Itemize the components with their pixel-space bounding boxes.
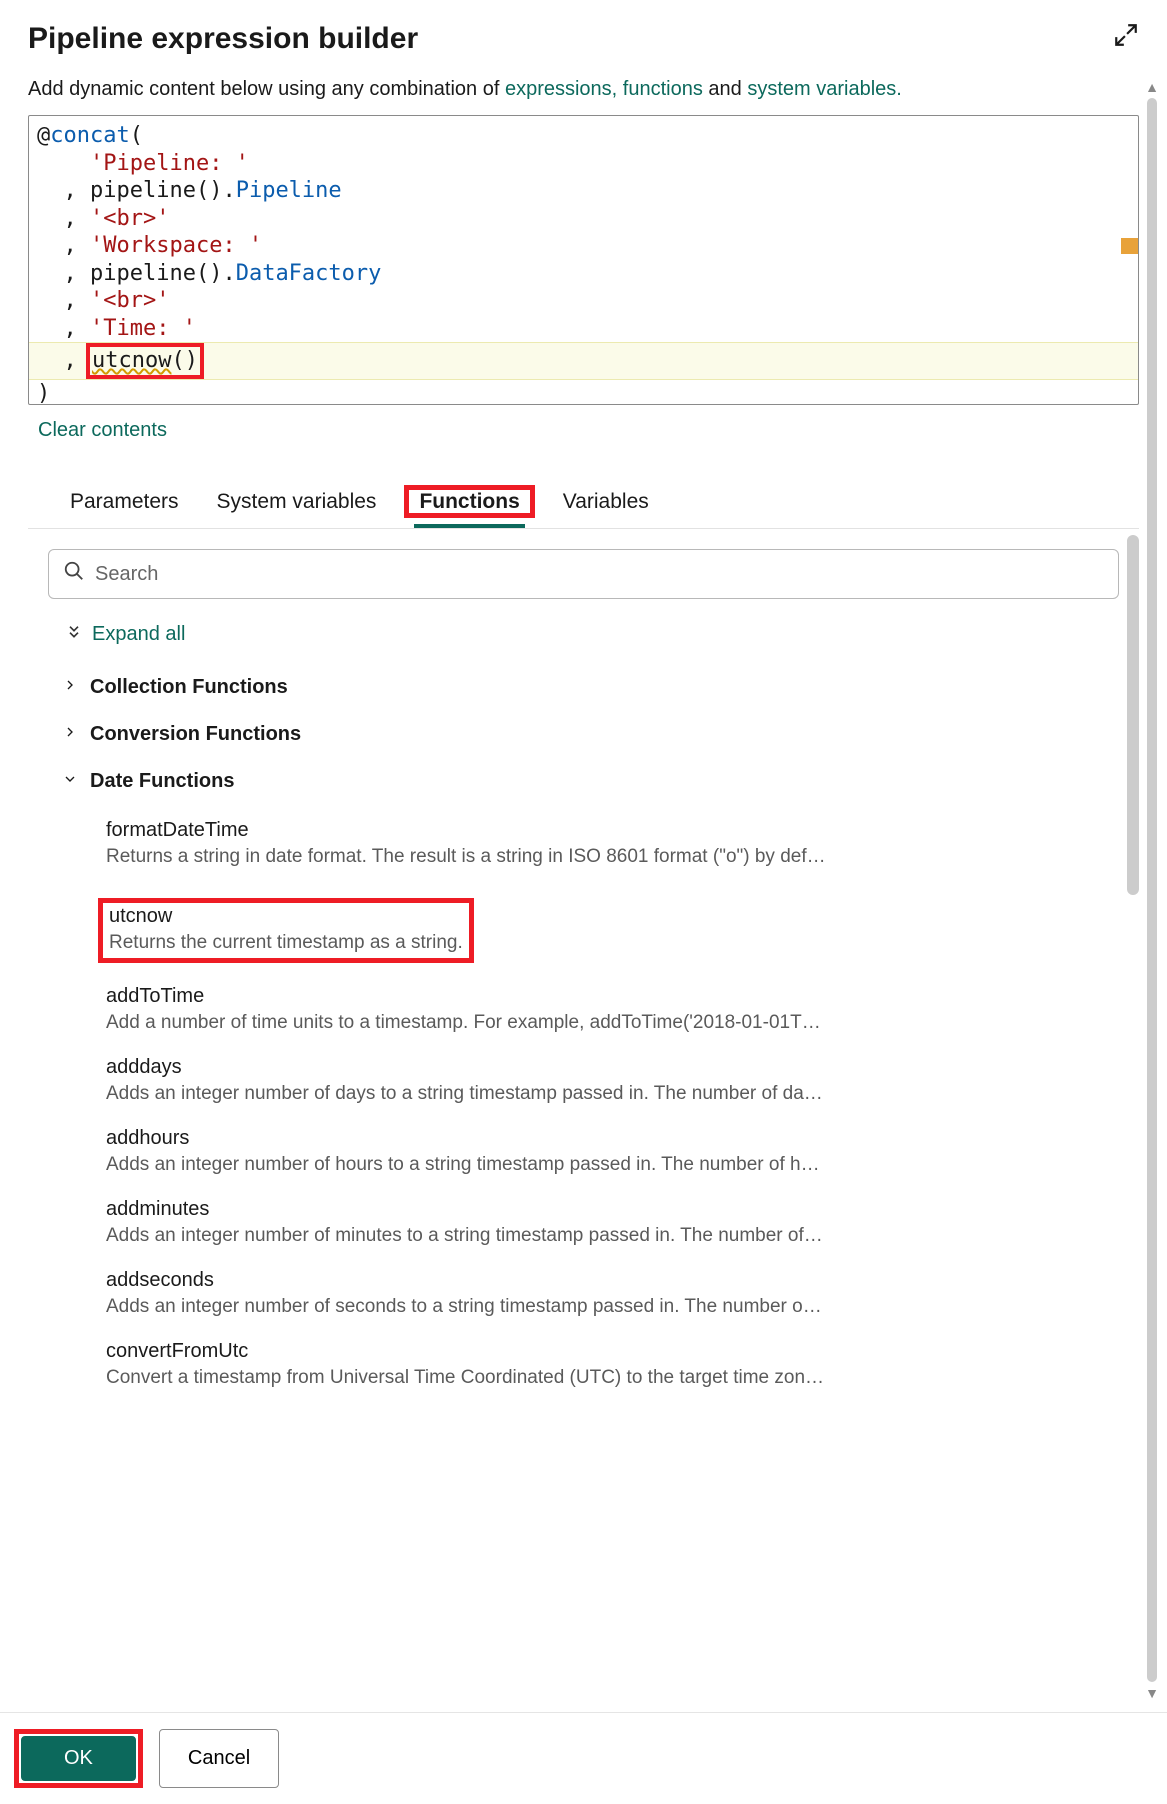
chevron-down-icon (62, 770, 78, 793)
expand-icon[interactable] (1113, 22, 1139, 53)
function-description: Add a number of time units to a timestam… (106, 1008, 826, 1034)
chevron-right-icon (62, 723, 78, 746)
function-description: Returns a string in date format. The res… (106, 842, 826, 868)
search-icon (63, 560, 85, 588)
double-chevron-down-icon (66, 623, 82, 646)
code-line[interactable]: , utcnow() (29, 342, 1138, 380)
function-name: addToTime (106, 985, 1119, 1008)
dialog-footer: OK Cancel (0, 1712, 1167, 1804)
code-line[interactable]: @concat( (37, 122, 1130, 150)
system-variables-link[interactable]: system variables. (747, 78, 902, 100)
code-line[interactable]: , 'Time: ' (37, 315, 1130, 343)
tab-bar: Parameters System variables Functions Varia… (28, 482, 1139, 529)
category-date-functions[interactable]: Date Functions (48, 758, 1119, 805)
function-name: adddays (106, 1056, 1119, 1079)
function-name: addseconds (106, 1269, 1119, 1292)
function-description: Returns the current timestamp as a strin… (109, 928, 463, 954)
intro-text: Add dynamic content below using any comb… (28, 78, 1139, 101)
function-description: Adds an integer number of days to a stri… (106, 1079, 826, 1105)
function-name: addhours (106, 1127, 1119, 1150)
function-name: formatDateTime (106, 819, 1119, 842)
functions-scrollbar[interactable] (1127, 535, 1139, 895)
function-convertFromUtc[interactable]: convertFromUtcConvert a timestamp from U… (106, 1326, 1119, 1397)
function-utcnow[interactable]: utcnowReturns the current timestamp as a… (106, 876, 1119, 971)
function-addseconds[interactable]: addsecondsAdds an integer number of seco… (106, 1255, 1119, 1326)
code-line[interactable]: , 'Workspace: ' (37, 232, 1130, 260)
page-title: Pipeline expression builder (28, 22, 418, 56)
category-collection-functions[interactable]: Collection Functions (48, 664, 1119, 711)
tab-system-variables[interactable]: System variables (217, 482, 377, 528)
function-description: Adds an integer number of hours to a str… (106, 1150, 826, 1176)
scroll-up-icon[interactable]: ▲ (1145, 80, 1159, 94)
functions-link[interactable]: functions (623, 78, 703, 100)
search-input[interactable]: Search (48, 549, 1119, 599)
function-name: convertFromUtc (106, 1340, 1119, 1363)
code-line[interactable]: 'Pipeline: ' (37, 150, 1130, 178)
scroll-down-icon[interactable]: ▼ (1145, 1686, 1159, 1700)
function-name: addminutes (106, 1198, 1119, 1221)
code-line[interactable]: , '<br>' (37, 205, 1130, 233)
tab-functions[interactable]: Functions (414, 482, 524, 528)
function-description: Adds an integer number of seconds to a s… (106, 1292, 826, 1318)
tab-parameters[interactable]: Parameters (70, 482, 179, 528)
code-line[interactable]: ) (37, 380, 1130, 406)
function-addToTime[interactable]: addToTimeAdd a number of time units to a… (106, 971, 1119, 1042)
outer-scrollbar[interactable]: ▲ ▼ (1143, 80, 1161, 1700)
function-adddays[interactable]: adddaysAdds an integer number of days to… (106, 1042, 1119, 1113)
expressions-link[interactable]: expressions, (505, 78, 617, 100)
cancel-button[interactable]: Cancel (159, 1729, 279, 1788)
function-description: Adds an integer number of minutes to a s… (106, 1221, 826, 1247)
function-name: utcnow (109, 905, 463, 928)
category-conversion-functions[interactable]: Conversion Functions (48, 711, 1119, 758)
code-line[interactable]: , '<br>' (37, 287, 1130, 315)
ok-button[interactable]: OK (21, 1736, 136, 1781)
code-line[interactable]: , pipeline().DataFactory (37, 260, 1130, 288)
chevron-right-icon (62, 676, 78, 699)
search-placeholder: Search (95, 563, 158, 586)
function-formatDateTime[interactable]: formatDateTimeReturns a string in date f… (106, 805, 1119, 876)
function-addminutes[interactable]: addminutesAdds an integer number of minu… (106, 1184, 1119, 1255)
expand-all-link[interactable]: Expand all (48, 599, 1119, 664)
editor-marker (1121, 238, 1139, 254)
clear-contents-link[interactable]: Clear contents (28, 405, 167, 482)
code-line[interactable]: , pipeline().Pipeline (37, 177, 1130, 205)
tab-variables[interactable]: Variables (563, 482, 649, 528)
expression-editor[interactable]: @concat( 'Pipeline: ' , pipeline().Pipel… (28, 115, 1139, 405)
function-addhours[interactable]: addhoursAdds an integer number of hours … (106, 1113, 1119, 1184)
function-description: Convert a timestamp from Universal Time … (106, 1363, 826, 1389)
